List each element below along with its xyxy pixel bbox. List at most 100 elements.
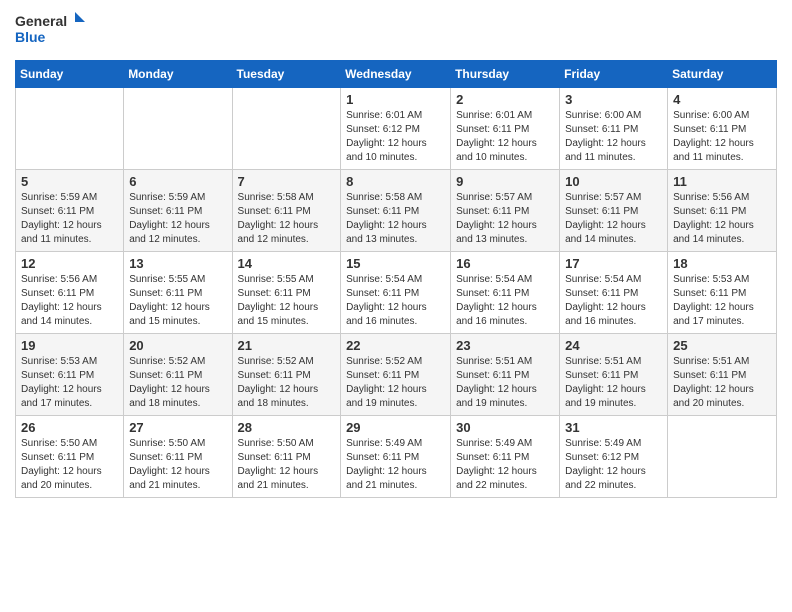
day-number: 27 xyxy=(129,420,226,435)
day-number: 21 xyxy=(238,338,336,353)
day-number: 18 xyxy=(673,256,771,271)
calendar-cell: 25 Sunrise: 5:51 AM Sunset: 6:11 PM Dayli… xyxy=(668,334,777,416)
day-number: 7 xyxy=(238,174,336,189)
day-number: 26 xyxy=(21,420,118,435)
day-number: 4 xyxy=(673,92,771,107)
calendar-cell: 20 Sunrise: 5:52 AM Sunset: 6:11 PM Dayli… xyxy=(124,334,232,416)
day-info: Sunrise: 5:53 AM Sunset: 6:11 PM Dayligh… xyxy=(21,355,118,411)
day-number: 6 xyxy=(129,174,226,189)
calendar-cell: 28Sunrise: 5:50 AM Sunset: 6:11 PM Dayli… xyxy=(232,416,341,498)
day-number: 19 xyxy=(21,338,118,353)
calendar-cell xyxy=(124,88,232,170)
calendar-cell: 27 Sunrise: 5:50 AM Sunset: 6:11 PM Dayli… xyxy=(124,416,232,498)
svg-text:General: General xyxy=(15,13,67,29)
day-number: 23 xyxy=(456,338,554,353)
day-info: Sunrise: 5:57 AM Sunset: 6:11 PM Dayligh… xyxy=(565,191,662,247)
calendar-cell: 5 Sunrise: 5:59 AM Sunset: 6:11 PM Daylig… xyxy=(16,170,124,252)
calendar-cell xyxy=(668,416,777,498)
calendar-cell: 31Sunrise: 5:49 AM Sunset: 6:12 PM Dayli… xyxy=(560,416,668,498)
page-header: General Blue xyxy=(15,10,777,52)
day-info: Sunrise: 5:54 AM Sunset: 6:11 PM Dayligh… xyxy=(456,273,554,329)
weekday-header: Monday xyxy=(124,61,232,88)
calendar-week-row: 1Sunrise: 6:01 AM Sunset: 6:12 PM Daylig… xyxy=(16,88,777,170)
day-info: Sunrise: 5:55 AM Sunset: 6:11 PM Dayligh… xyxy=(238,273,336,329)
day-info: Sunrise: 5:59 AM Sunset: 6:11 PM Dayligh… xyxy=(129,191,226,247)
day-info: Sunrise: 6:01 AM Sunset: 6:12 PM Dayligh… xyxy=(346,109,445,165)
day-info: Sunrise: 5:52 AM Sunset: 6:11 PM Dayligh… xyxy=(238,355,336,411)
calendar-cell: 22Sunrise: 5:52 AM Sunset: 6:11 PM Dayli… xyxy=(341,334,451,416)
weekday-header: Friday xyxy=(560,61,668,88)
day-info: Sunrise: 5:56 AM Sunset: 6:11 PM Dayligh… xyxy=(673,191,771,247)
calendar-week-row: 12 Sunrise: 5:56 AM Sunset: 6:11 PM Dayli… xyxy=(16,252,777,334)
calendar-cell: 24 Sunrise: 5:51 AM Sunset: 6:11 PM Dayli… xyxy=(560,334,668,416)
calendar-cell: 26 Sunrise: 5:50 AM Sunset: 6:11 PM Dayli… xyxy=(16,416,124,498)
calendar-cell: 8 Sunrise: 5:58 AM Sunset: 6:11 PM Daylig… xyxy=(341,170,451,252)
calendar-cell: 3Sunrise: 6:00 AM Sunset: 6:11 PM Daylig… xyxy=(560,88,668,170)
day-info: Sunrise: 5:55 AM Sunset: 6:11 PM Dayligh… xyxy=(129,273,226,329)
day-info: Sunrise: 5:51 AM Sunset: 6:11 PM Dayligh… xyxy=(673,355,771,411)
day-number: 8 xyxy=(346,174,445,189)
day-info: Sunrise: 5:59 AM Sunset: 6:11 PM Dayligh… xyxy=(21,191,118,247)
day-number: 12 xyxy=(21,256,118,271)
weekday-header: Saturday xyxy=(668,61,777,88)
day-info: Sunrise: 5:54 AM Sunset: 6:11 PM Dayligh… xyxy=(346,273,445,329)
calendar-week-row: 5 Sunrise: 5:59 AM Sunset: 6:11 PM Daylig… xyxy=(16,170,777,252)
day-info: Sunrise: 5:51 AM Sunset: 6:11 PM Dayligh… xyxy=(456,355,554,411)
calendar-cell: 15 Sunrise: 5:54 AM Sunset: 6:11 PM Dayli… xyxy=(341,252,451,334)
day-info: Sunrise: 5:51 AM Sunset: 6:11 PM Dayligh… xyxy=(565,355,662,411)
day-info: Sunrise: 5:58 AM Sunset: 6:11 PM Dayligh… xyxy=(238,191,336,247)
calendar-cell: 16Sunrise: 5:54 AM Sunset: 6:11 PM Dayli… xyxy=(451,252,560,334)
day-info: Sunrise: 5:50 AM Sunset: 6:11 PM Dayligh… xyxy=(21,437,118,493)
day-info: Sunrise: 6:01 AM Sunset: 6:11 PM Dayligh… xyxy=(456,109,554,165)
day-number: 5 xyxy=(21,174,118,189)
day-number: 15 xyxy=(346,256,445,271)
day-info: Sunrise: 5:52 AM Sunset: 6:11 PM Dayligh… xyxy=(346,355,445,411)
calendar-header: SundayMondayTuesdayWednesdayThursdayFrid… xyxy=(16,61,777,88)
day-info: Sunrise: 6:00 AM Sunset: 6:11 PM Dayligh… xyxy=(565,109,662,165)
day-info: Sunrise: 5:50 AM Sunset: 6:11 PM Dayligh… xyxy=(129,437,226,493)
day-info: Sunrise: 5:53 AM Sunset: 6:11 PM Dayligh… xyxy=(673,273,771,329)
day-number: 25 xyxy=(673,338,771,353)
day-number: 31 xyxy=(565,420,662,435)
day-info: Sunrise: 5:50 AM Sunset: 6:11 PM Dayligh… xyxy=(238,437,336,493)
day-info: Sunrise: 5:57 AM Sunset: 6:11 PM Dayligh… xyxy=(456,191,554,247)
day-info: Sunrise: 5:58 AM Sunset: 6:11 PM Dayligh… xyxy=(346,191,445,247)
calendar-cell: 19 Sunrise: 5:53 AM Sunset: 6:11 PM Dayli… xyxy=(16,334,124,416)
day-info: Sunrise: 5:49 AM Sunset: 6:11 PM Dayligh… xyxy=(456,437,554,493)
day-info: Sunrise: 5:56 AM Sunset: 6:11 PM Dayligh… xyxy=(21,273,118,329)
day-number: 30 xyxy=(456,420,554,435)
calendar-cell: 14 Sunrise: 5:55 AM Sunset: 6:11 PM Dayli… xyxy=(232,252,341,334)
day-number: 20 xyxy=(129,338,226,353)
calendar-week-row: 19 Sunrise: 5:53 AM Sunset: 6:11 PM Dayli… xyxy=(16,334,777,416)
calendar-cell: 6 Sunrise: 5:59 AM Sunset: 6:11 PM Daylig… xyxy=(124,170,232,252)
calendar-cell: 17Sunrise: 5:54 AM Sunset: 6:11 PM Dayli… xyxy=(560,252,668,334)
logo: General Blue xyxy=(15,10,85,52)
calendar-cell: 13 Sunrise: 5:55 AM Sunset: 6:11 PM Dayli… xyxy=(124,252,232,334)
weekday-header: Sunday xyxy=(16,61,124,88)
day-info: Sunrise: 5:49 AM Sunset: 6:11 PM Dayligh… xyxy=(346,437,445,493)
calendar-cell xyxy=(16,88,124,170)
day-number: 24 xyxy=(565,338,662,353)
calendar-cell: 29 Sunrise: 5:49 AM Sunset: 6:11 PM Dayli… xyxy=(341,416,451,498)
day-number: 10 xyxy=(565,174,662,189)
calendar-cell: 23 Sunrise: 5:51 AM Sunset: 6:11 PM Dayli… xyxy=(451,334,560,416)
day-number: 2 xyxy=(456,92,554,107)
day-number: 13 xyxy=(129,256,226,271)
logo-svg: General Blue xyxy=(15,10,85,52)
calendar-cell: 7 Sunrise: 5:58 AM Sunset: 6:11 PM Daylig… xyxy=(232,170,341,252)
calendar-week-row: 26 Sunrise: 5:50 AM Sunset: 6:11 PM Dayli… xyxy=(16,416,777,498)
calendar-cell: 1Sunrise: 6:01 AM Sunset: 6:12 PM Daylig… xyxy=(341,88,451,170)
calendar-cell: 11Sunrise: 5:56 AM Sunset: 6:11 PM Dayli… xyxy=(668,170,777,252)
calendar-table: SundayMondayTuesdayWednesdayThursdayFrid… xyxy=(15,60,777,498)
weekday-header: Tuesday xyxy=(232,61,341,88)
day-number: 14 xyxy=(238,256,336,271)
day-number: 17 xyxy=(565,256,662,271)
day-number: 29 xyxy=(346,420,445,435)
day-info: Sunrise: 5:52 AM Sunset: 6:11 PM Dayligh… xyxy=(129,355,226,411)
calendar-cell: 4Sunrise: 6:00 AM Sunset: 6:11 PM Daylig… xyxy=(668,88,777,170)
calendar-cell xyxy=(232,88,341,170)
calendar-cell: 30 Sunrise: 5:49 AM Sunset: 6:11 PM Dayli… xyxy=(451,416,560,498)
calendar-cell: 18 Sunrise: 5:53 AM Sunset: 6:11 PM Dayli… xyxy=(668,252,777,334)
calendar-cell: 10 Sunrise: 5:57 AM Sunset: 6:11 PM Dayli… xyxy=(560,170,668,252)
day-number: 9 xyxy=(456,174,554,189)
